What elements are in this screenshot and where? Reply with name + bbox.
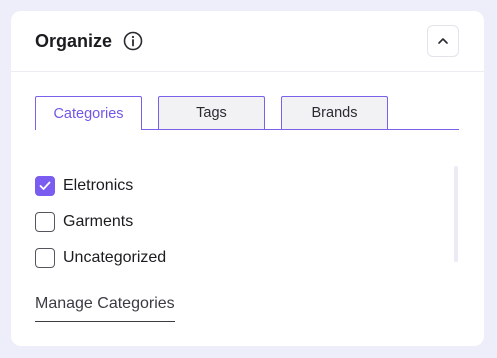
check-icon bbox=[39, 181, 51, 190]
manage-categories-link[interactable]: Manage Categories bbox=[35, 295, 175, 322]
info-icon[interactable] bbox=[123, 31, 143, 51]
panel-header: Organize bbox=[11, 11, 484, 72]
category-list: Eletronics Garments Uncategorized bbox=[35, 168, 435, 276]
tab-categories[interactable]: Categories bbox=[35, 96, 142, 130]
category-label: Garments bbox=[63, 213, 134, 230]
organize-panel: Organize Categories Tags Brands Eletroni… bbox=[11, 11, 484, 346]
chevron-up-icon bbox=[437, 32, 449, 50]
tab-brands[interactable]: Brands bbox=[281, 96, 388, 129]
category-item-garments[interactable]: Garments bbox=[35, 204, 435, 240]
panel-title: Organize bbox=[35, 31, 113, 51]
checkbox[interactable] bbox=[35, 248, 55, 268]
category-label: Eletronics bbox=[63, 177, 134, 194]
checkbox[interactable] bbox=[35, 212, 55, 232]
checkbox-checked[interactable] bbox=[35, 176, 55, 196]
category-item-uncategorized[interactable]: Uncategorized bbox=[35, 240, 435, 276]
collapse-button[interactable] bbox=[427, 25, 459, 57]
tab-tags[interactable]: Tags bbox=[158, 96, 265, 129]
scrollbar[interactable] bbox=[454, 166, 458, 262]
category-item-eletronics[interactable]: Eletronics bbox=[35, 168, 435, 204]
category-label: Uncategorized bbox=[63, 249, 167, 266]
tab-bar: Categories Tags Brands bbox=[35, 96, 459, 130]
